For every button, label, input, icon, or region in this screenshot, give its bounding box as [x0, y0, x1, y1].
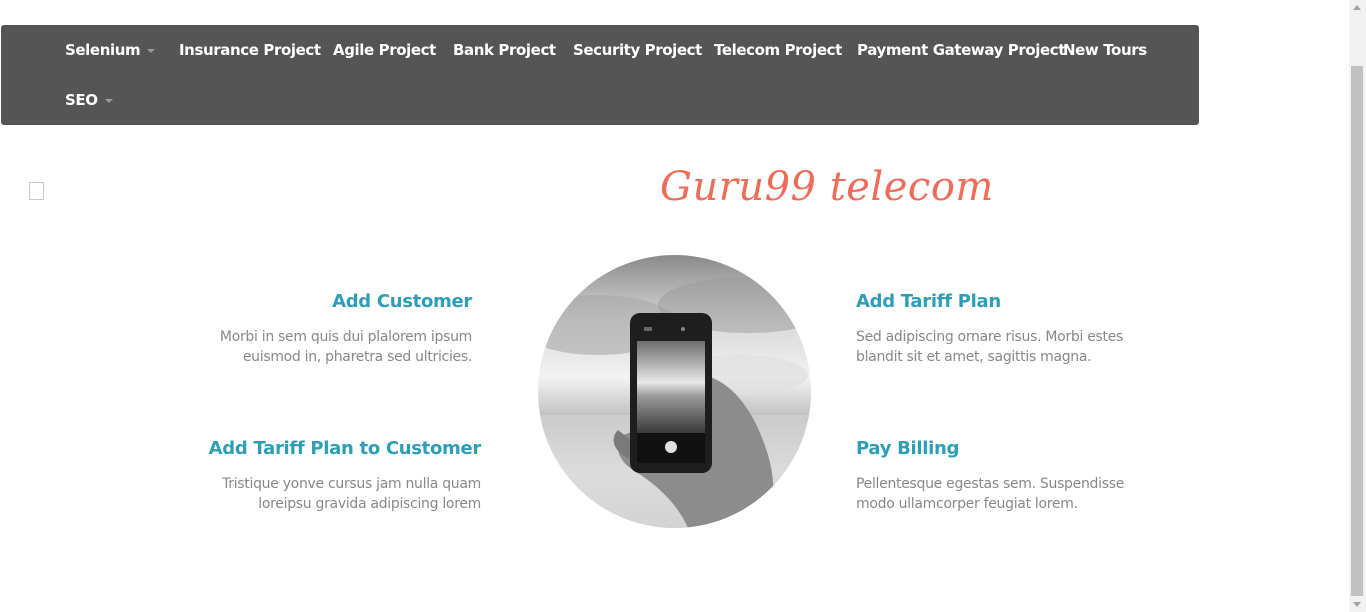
site-brand-title: Guru99 telecom [660, 164, 994, 210]
nav-item-seo[interactable]: SEO [65, 90, 113, 110]
add-tariff-plan-to-customer-link[interactable]: Add Tariff Plan to Customer [190, 437, 482, 461]
nav-item-payment-gateway-project[interactable]: Payment Gateway Project [857, 40, 1065, 60]
add-customer-link[interactable]: Add Customer [200, 290, 472, 314]
nav-item-new-tours[interactable]: New Tours [1063, 40, 1147, 60]
top-navbar: Selenium Insurance Project Agile Project… [1, 25, 1199, 125]
scroll-down-arrow-icon[interactable] [1353, 602, 1361, 607]
pay-billing-description: Pellentesque egestas sem. Suspendisse mo… [856, 476, 1125, 512]
vertical-scrollbar[interactable] [1349, 0, 1366, 612]
nav-item-insurance-project[interactable]: Insurance Project [179, 40, 321, 60]
scroll-up-arrow-icon[interactable] [1353, 5, 1361, 10]
nav-item-selenium[interactable]: Selenium [65, 40, 156, 60]
nav-item-label: SEO [65, 91, 98, 109]
nav-item-bank-project[interactable]: Bank Project [453, 40, 556, 60]
pay-billing-link[interactable]: Pay Billing [856, 437, 1116, 461]
add-tariff-plan-to-customer-description: Tristique yonve cursus jam nulla quam lo… [222, 476, 481, 512]
nav-item-label: Selenium [65, 41, 141, 59]
nav-item-telecom-project[interactable]: Telecom Project [714, 40, 842, 60]
phone-photo-illustration [538, 255, 811, 528]
hand-holding-phone-photo [538, 255, 811, 528]
nav-item-agile-project[interactable]: Agile Project [333, 40, 436, 60]
add-tariff-plan-description: Sed adipiscing ornare risus. Morbi estes… [856, 329, 1124, 365]
caret-down-icon [104, 98, 113, 103]
add-tariff-plan-link[interactable]: Add Tariff Plan [856, 290, 1116, 314]
add-customer-description: Morbi in sem quis dui plalorem ipsum eui… [219, 329, 472, 365]
nav-item-security-project[interactable]: Security Project [573, 40, 702, 60]
broken-image-placeholder [29, 182, 44, 200]
scrollbar-thumb[interactable] [1351, 66, 1363, 596]
caret-down-icon [147, 48, 156, 53]
